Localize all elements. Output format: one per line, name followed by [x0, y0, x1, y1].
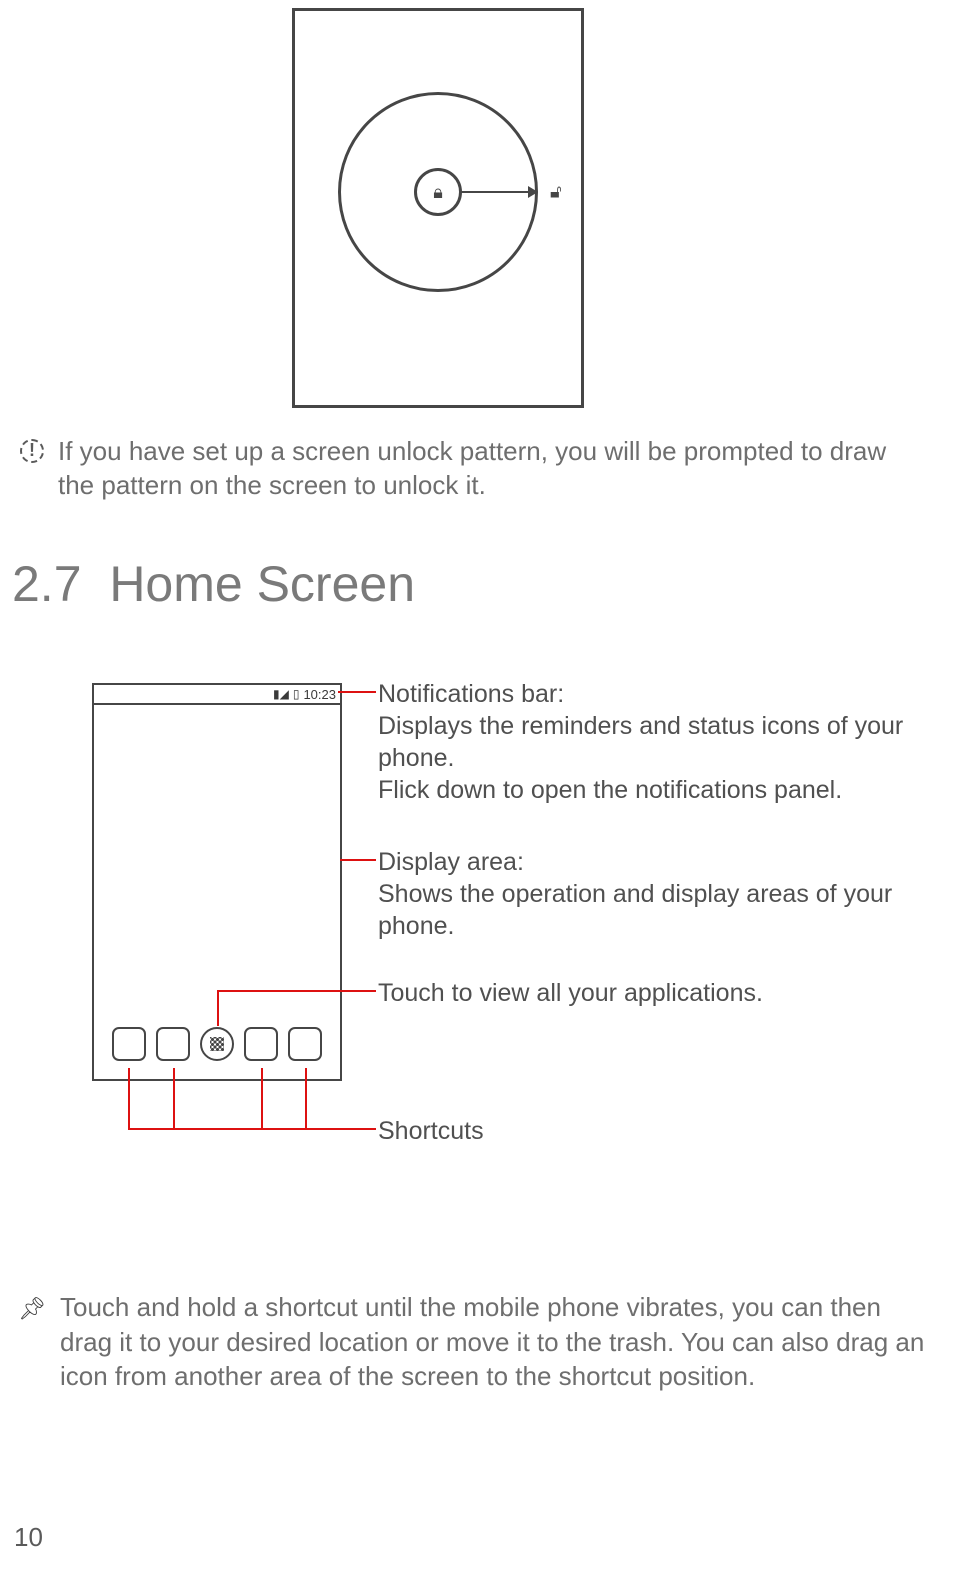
- page-number: 10: [14, 1522, 43, 1553]
- note-unlock-pattern: ! If you have set up a screen unlock pat…: [18, 435, 924, 503]
- all-apps-icon: [200, 1027, 234, 1061]
- status-bar: ▮◢ ▯ 10:23: [94, 685, 340, 705]
- signal-icon: ▮◢: [273, 687, 289, 701]
- leader-shortcut-v1: [128, 1068, 130, 1130]
- section-heading: 2.7 Home Screen: [12, 555, 415, 613]
- exclamation-icon: !: [20, 439, 44, 463]
- callout-all-apps-body: Touch to view all your applications.: [378, 977, 924, 1009]
- callout-notifications-body-1: Displays the reminders and status icons …: [378, 710, 924, 774]
- callout-shortcuts-title: Shortcuts: [378, 1115, 924, 1147]
- unlock-ring-inner: 🔒︎: [414, 168, 462, 216]
- shortcut-icon: [112, 1027, 146, 1061]
- section-title: Home Screen: [109, 556, 415, 612]
- lock-icon: 🔒︎: [433, 182, 443, 203]
- callout-all-apps: Touch to view all your applications.: [378, 977, 924, 1009]
- section-number: 2.7: [12, 556, 82, 612]
- shortcut-icon: [288, 1027, 322, 1061]
- unlock-icon: 🔓︎: [550, 182, 562, 203]
- shortcut-icon: [156, 1027, 190, 1061]
- status-time: 10:23: [303, 687, 336, 702]
- swipe-arrow-line: [460, 191, 530, 193]
- tip-shortcut-drag-text: Touch and hold a shortcut until the mobi…: [60, 1290, 936, 1394]
- leader-shortcut-v3: [261, 1068, 263, 1130]
- battery-icon: ▯: [293, 687, 300, 701]
- note-unlock-pattern-text: If you have set up a screen unlock patte…: [58, 435, 924, 503]
- swipe-arrow-head: [528, 186, 538, 198]
- callout-notifications-title: Notifications bar:: [378, 678, 924, 710]
- figure-lock-screen: 🔒︎ 🔓︎: [292, 8, 584, 408]
- leader-apps-v: [217, 990, 219, 1026]
- leader-shortcuts-h: [128, 1128, 376, 1130]
- pin-icon: 📌︎: [18, 1294, 46, 1323]
- leader-notifications: [338, 691, 376, 693]
- callout-notifications-body-2: Flick down to open the notifications pan…: [378, 774, 924, 806]
- callout-display-area: Display area: Shows the operation and di…: [378, 846, 924, 942]
- leader-apps-h: [217, 990, 376, 992]
- callout-shortcuts: Shortcuts: [378, 1115, 924, 1147]
- shortcut-row: [94, 1027, 340, 1061]
- callout-notifications: Notifications bar: Displays the reminder…: [378, 678, 924, 806]
- callout-display-area-body: Shows the operation and display areas of…: [378, 878, 924, 942]
- callout-display-area-title: Display area:: [378, 846, 924, 878]
- leader-display-area: [340, 859, 376, 861]
- shortcut-icon: [244, 1027, 278, 1061]
- leader-shortcut-v2: [173, 1068, 175, 1130]
- tip-shortcut-drag: 📌︎ Touch and hold a shortcut until the m…: [18, 1290, 936, 1394]
- leader-shortcut-v4: [305, 1068, 307, 1130]
